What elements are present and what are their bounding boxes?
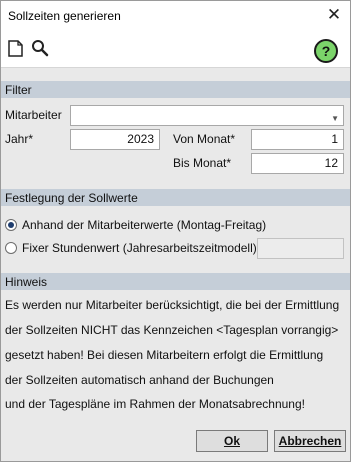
mitarbeiter-label: Mitarbeiter [5,108,62,122]
mitarbeiter-dropdown[interactable]: ▼ [70,105,344,126]
hinweis-line: Es werden nur Mitarbeiter berücksichtigt… [5,298,340,312]
filter-header-label: Filter [5,83,32,97]
abbrechen-button-label: Abbrechen [278,434,342,448]
abbrechen-button[interactable]: Abbrechen [274,430,346,452]
hinweis-line: der Sollzeiten automatisch anhand der Bu… [5,373,274,387]
bis-monat-label: Bis Monat* [173,156,232,170]
title-bar[interactable]: Sollzeiten generieren ✕ [1,1,350,31]
help-icon[interactable]: ? [314,39,338,63]
close-icon[interactable]: ✕ [324,5,344,25]
toolbar: ? [1,31,350,68]
sollwerte-section-header: Festlegung der Sollwerte [1,189,350,206]
hinweis-line: gesetzt haben! Bei diesen Mitarbeitern e… [5,348,324,362]
hinweis-section-header: Hinweis [1,273,350,290]
dialog-window: Sollzeiten generieren ✕ ? Filter Mitarbe… [0,0,351,462]
hinweis-header-label: Hinweis [5,275,48,289]
ok-button[interactable]: Ok [196,430,268,452]
document-icon[interactable] [5,37,27,59]
hinweis-line: und der Tagespläne im Rahmen der Monatsa… [5,397,305,411]
filter-section-header: Filter [1,81,350,98]
von-monat-field[interactable]: 1 [251,129,344,150]
window-title: Sollzeiten generieren [8,9,121,23]
radio-mitarbeiterwerte-label[interactable]: Anhand der Mitarbeiterwerte (Montag-Frei… [22,218,266,232]
chevron-down-icon[interactable]: ▼ [331,109,339,128]
radio-mitarbeiterwerte[interactable] [5,219,17,231]
sollwerte-header-label: Festlegung der Sollwerte [5,191,138,205]
jahr-label: Jahr* [5,132,34,146]
search-icon[interactable] [29,37,51,59]
hinweis-line: der Sollzeiten NICHT das Kennzeichen <Ta… [5,323,339,337]
radio-fixer-stundenwert-label[interactable]: Fixer Stundenwert (Jahresarbeitszeitmode… [22,241,261,255]
von-monat-label: Von Monat* [173,132,236,146]
jahr-field[interactable]: 2023 [70,129,160,150]
stundenwert-field[interactable] [257,238,344,259]
bis-monat-field[interactable]: 12 [251,153,344,174]
ok-button-label: Ok [223,434,240,448]
radio-fixer-stundenwert[interactable] [5,242,17,254]
